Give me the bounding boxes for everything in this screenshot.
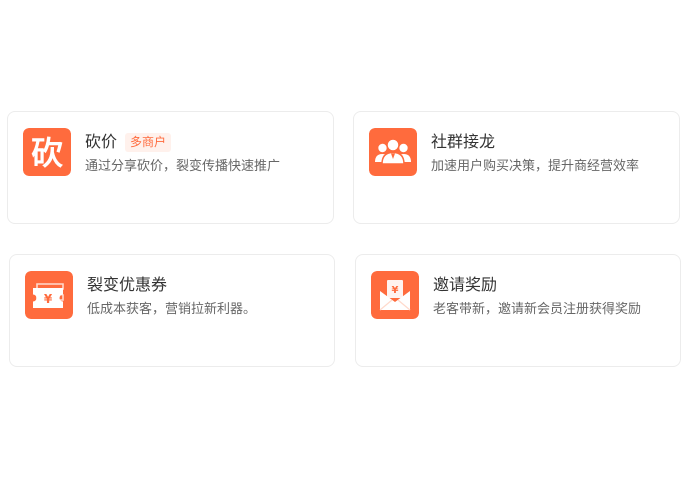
icon-glyph: ¥ (392, 285, 399, 296)
card-title: 裂变优惠券 (87, 275, 168, 294)
coupon-ticket-icon: ¥ (25, 271, 73, 319)
kan-character-icon: 砍 (23, 128, 71, 176)
feature-card-group-chain[interactable]: 社群接龙 加速用户购买决策，提升商经营效率 (353, 111, 680, 224)
card-description: 加速用户购买决策，提升商经营效率 (431, 159, 640, 174)
group-users-icon (369, 128, 417, 176)
card-description: 低成本获客，营销拉新利器。 (87, 302, 257, 317)
icon-glyph: ¥ (44, 292, 53, 306)
feature-card-invite-reward[interactable]: ¥ 邀请奖励 老客带新，邀请新会员注册获得奖励 (355, 254, 681, 367)
red-envelope-icon: ¥ (371, 271, 419, 319)
card-description: 老客带新，邀请新会员注册获得奖励 (433, 302, 642, 317)
card-title: 社群接龙 (431, 132, 496, 151)
feature-card-fission-coupon[interactable]: ¥ 裂变优惠券 低成本获客，营销拉新利器。 (9, 254, 335, 367)
card-title: 邀请奖励 (433, 275, 498, 294)
icon-glyph: 砍 (31, 134, 63, 172)
merchant-tag-badge: 多商户 (125, 132, 172, 152)
feature-card-bargain[interactable]: 砍 砍价 多商户 通过分享砍价，裂变传播快速推广 (7, 111, 334, 224)
card-description: 通过分享砍价，裂变传播快速推广 (85, 159, 281, 174)
card-title: 砍价 (85, 132, 118, 151)
